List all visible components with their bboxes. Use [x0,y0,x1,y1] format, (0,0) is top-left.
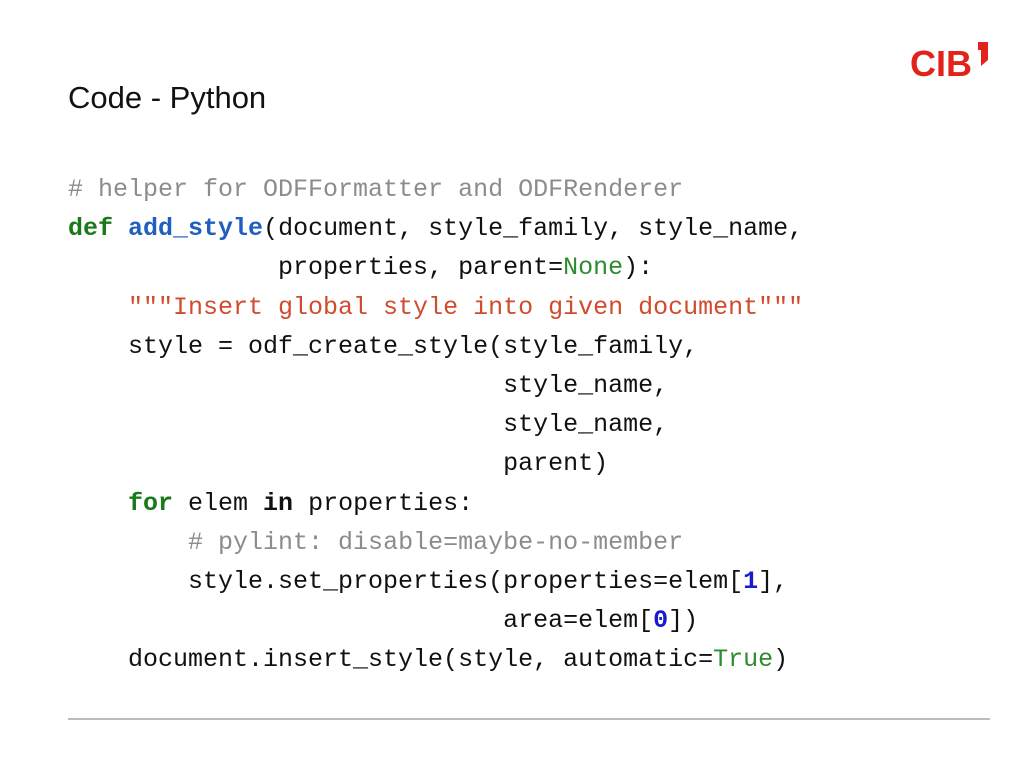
code-token-text: ]) [668,606,699,636]
code-token-string: """Insert global style into given docume… [128,292,804,322]
code-token-number: 0 [653,606,669,636]
code-token-funcname: add_style [128,214,264,244]
code-token-text: = [548,253,564,283]
code-token-text: style = odf_create_style(style_family, [68,331,699,361]
code-token-text: properties: [293,488,474,518]
code-token-text: document.insert_style(style, automatic= [68,645,714,675]
code-token-text: style_name, [68,370,669,400]
code-line: area=elem[0]) [68,601,803,640]
code-line: style = odf_create_style(style_family, [68,327,803,366]
code-line: # helper for ODFFormatter and ODFRendere… [68,170,803,209]
code-token-text: parent) [68,449,609,479]
code-line: def add_style(document, style_family, st… [68,209,803,248]
code-token-text: (document, style_family, style_name, [263,214,804,244]
code-token-text: elem [173,488,264,518]
code-line: # pylint: disable=maybe-no-member [68,523,803,562]
code-token-comment: # helper for ODFFormatter and ODFRendere… [68,175,684,204]
code-token-text: ): [623,253,654,283]
cib-logo-mark: CIB [910,42,988,84]
code-line: for elem in properties: [68,484,803,523]
code-line: properties, parent=None): [68,248,803,287]
code-token-text: ], [758,566,789,596]
cib-logo: CIB [908,40,992,87]
code-line: style.set_properties(properties=elem[1], [68,562,803,601]
code-line: parent) [68,444,803,483]
cib-logo-flag-icon [978,42,988,66]
code-token-text: style_name, [68,410,669,440]
code-line: style_name, [68,366,803,405]
code-block: # helper for ODFFormatter and ODFRendere… [68,170,803,679]
cib-logo-text: CIB [910,43,972,82]
code-token-builtin: None [563,253,624,283]
code-token-number: 1 [743,566,759,596]
code-token-comment: # pylint: disable=maybe-no-member [188,527,684,557]
code-line: style_name, [68,405,803,444]
code-token-text: area=elem[ [68,606,654,636]
code-line: document.insert_style(style, automatic=T… [68,640,803,679]
code-token-keyword: for [128,488,174,518]
footer-divider [68,718,990,720]
code-token-text: style.set_properties(properties=elem[ [68,566,744,596]
code-token-operator: in [263,488,294,518]
code-line: """Insert global style into given docume… [68,288,803,327]
code-token-builtin: True [713,645,774,675]
code-token-keyword: def [68,214,114,244]
slide-title: Code - Python [68,80,267,115]
code-token-text: properties, parent [68,253,549,283]
code-token-text: ) [773,645,789,675]
